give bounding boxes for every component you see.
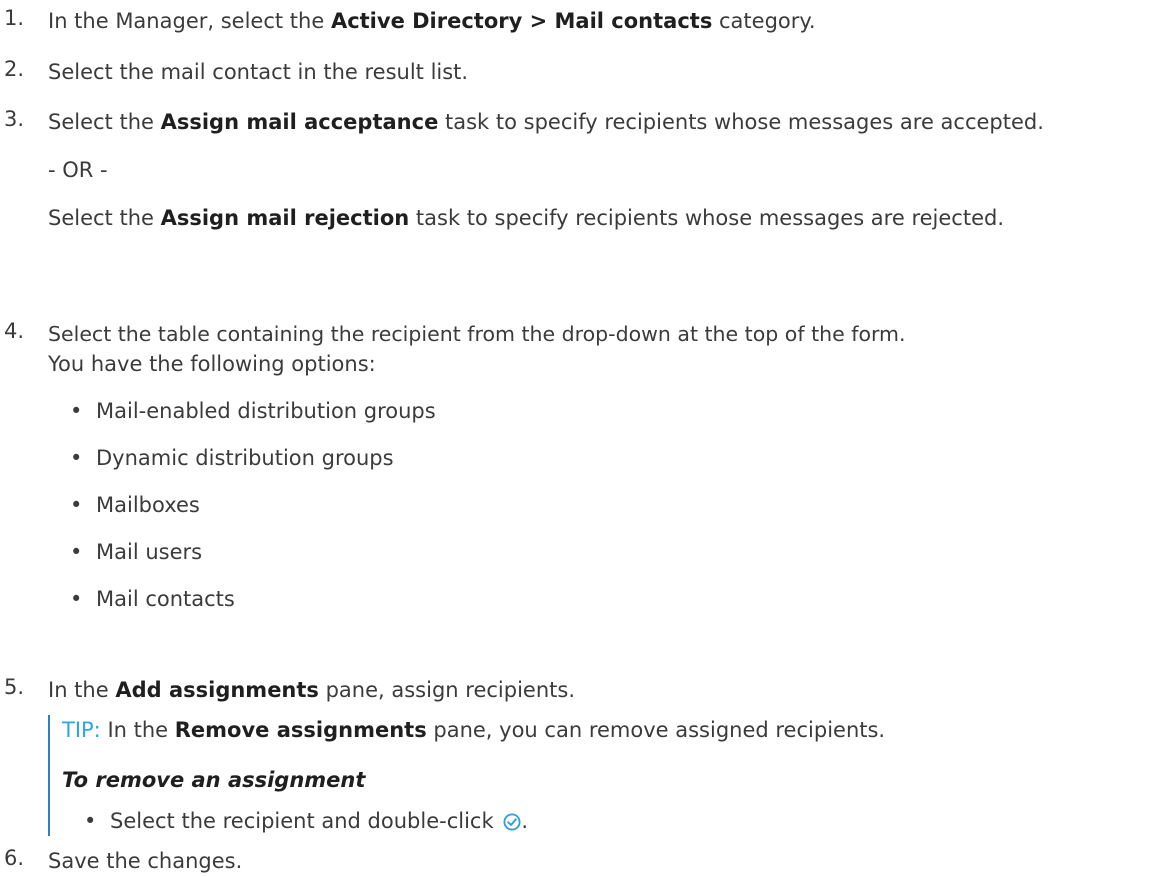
or-separator: - OR - xyxy=(48,158,108,182)
step-number: 3. xyxy=(4,107,25,131)
list-item: • Mailboxes xyxy=(70,493,200,517)
step-text-acceptance: Select the Assign mail acceptance task t… xyxy=(48,110,1044,134)
step-text: Select the table containing the recipien… xyxy=(48,322,906,346)
step-text: Select the mail contact in the result li… xyxy=(48,60,469,84)
tip-text: TIP: In the Remove assignments pane, you… xyxy=(62,718,886,742)
pane-name: Remove assignments xyxy=(174,718,427,742)
list-item: • Mail-enabled distribution groups xyxy=(70,399,436,423)
check-circle-icon xyxy=(503,813,521,831)
step-text-rejection: Select the Assign mail rejection task to… xyxy=(48,206,1004,230)
list-item: • Dynamic distribution groups xyxy=(70,446,394,470)
step-number: 5. xyxy=(4,675,25,699)
options-list: • Mail-enabled distribution groups • Dynam… xyxy=(48,396,1153,614)
step-4: 4. Select the table containing the recip… xyxy=(0,319,1153,614)
subprocedure-heading: To remove an assignment xyxy=(62,768,366,792)
step-text: In the Manager, select the Active Direct… xyxy=(48,9,816,33)
step-1: 1. In the Manager, select the Active Dir… xyxy=(0,6,1153,36)
list-item: • Select the recipient and double-click . xyxy=(84,809,529,833)
step-text-continued: You have the following options: xyxy=(48,352,376,376)
step-text: Save the changes. xyxy=(48,849,243,873)
list-item: • Mail contacts xyxy=(70,587,235,611)
ui-path: Active Directory > Mail contacts xyxy=(330,9,713,33)
tip-callout: TIP: In the Remove assignments pane, you… xyxy=(48,715,1142,836)
step-number: 1. xyxy=(4,6,25,30)
step-number: 4. xyxy=(4,319,25,343)
task-name: Assign mail rejection xyxy=(160,206,410,230)
step-2: 2. Select the mail contact in the result… xyxy=(0,57,1153,87)
step-3: 3. Select the Assign mail acceptance tas… xyxy=(0,107,1153,233)
step-number: 6. xyxy=(4,846,25,870)
step-number: 2. xyxy=(4,57,25,81)
list-item: • Mail users xyxy=(70,540,203,564)
pane-name: Add assignments xyxy=(115,678,319,702)
step-5: 5. In the Add assignments pane, assign r… xyxy=(0,675,1153,705)
tip-label: TIP: xyxy=(62,718,101,742)
step-6: 6. Save the changes. xyxy=(0,846,1153,876)
task-name: Assign mail acceptance xyxy=(160,110,439,134)
step-text: In the Add assignments pane, assign reci… xyxy=(48,678,575,702)
